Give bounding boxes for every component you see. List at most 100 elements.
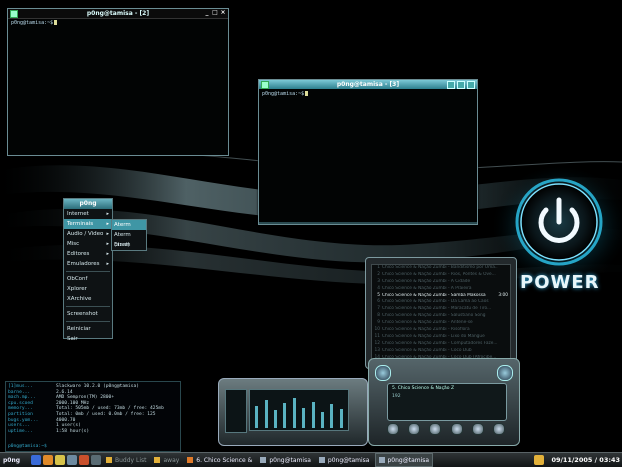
terminal-prompt: p0ng@tamisa:~$ [262, 91, 305, 97]
audacious-playlist-window[interactable]: 1 Chico Science & Nação Zumbi - Banditism… [365, 257, 517, 369]
eq-band-slider[interactable] [264, 400, 268, 428]
playlist-row[interactable]: 8 Chico Science & Nação Zumbi - Salustian… [372, 313, 510, 320]
browser-launcher-icon[interactable] [31, 455, 41, 465]
task-terminal-2[interactable]: p0ng@tamisa [316, 454, 373, 466]
eq-band-slider[interactable] [273, 410, 277, 428]
eq-band-slider[interactable] [320, 412, 324, 428]
track-duration [498, 348, 510, 355]
menu-title: p0ng [64, 199, 112, 209]
clock[interactable]: 09/11/2005 / 03:43 [551, 453, 620, 467]
menu-item-sair[interactable]: Sair [64, 334, 112, 344]
menu-item-screenshot[interactable]: Screenshot [64, 309, 112, 319]
close-button[interactable]: × [220, 10, 226, 16]
terminal-launcher-icon[interactable] [91, 455, 101, 465]
menu-separator [66, 321, 110, 322]
playlist-row[interactable]: 2 Chico Science & Nação Zumbi - Rios, Pon… [372, 272, 510, 279]
editor-launcher-icon[interactable] [67, 455, 77, 465]
pause-button[interactable] [429, 423, 442, 435]
sysinfo-terminal[interactable]: [1]mus... barne... mach.mp... cpu.scoed … [5, 381, 181, 452]
playlist-row[interactable]: 10 Chico Science & Nação Zumbi - Risoflor… [372, 327, 510, 334]
submenu-item-eterm[interactable]: Eterm [112, 240, 146, 250]
menu-item-editores[interactable]: Editores ▸ [64, 249, 112, 259]
submenu-item-aterm-ansi[interactable]: Aterm (ansi) [112, 230, 146, 248]
previous-button[interactable] [387, 423, 399, 435]
terminal-titlebar[interactable]: p0ng@tamisa - [2] _ □ × [8, 9, 228, 19]
playlist-row[interactable]: 13 Chico Science & Nação Zumbi - Coco Dub [372, 348, 510, 355]
track-title: Chico Science & Nação Zumbi - Lixo do Ma… [382, 333, 485, 339]
terminal-window-3[interactable]: p0ng@tamisa - [3] p0ng@tamisa:~$ [258, 79, 478, 225]
track-duration [498, 299, 510, 306]
eq-band-slider[interactable] [302, 408, 306, 428]
task-audacious[interactable]: 6. Chico Science & [184, 454, 255, 466]
eq-band-slider[interactable] [339, 409, 343, 428]
terminal-window-2[interactable]: p0ng@tamisa - [2] _ □ × p0ng@tamisa:~$ [7, 8, 229, 156]
eject-button[interactable] [492, 423, 505, 435]
playlist-row[interactable]: 4 Chico Science & Nação Zumbi - A Praieir… [372, 286, 510, 293]
eq-band-slider[interactable] [255, 406, 259, 428]
playlist-row[interactable]: 1 Chico Science & Nação Zumbi - Banditism… [372, 265, 510, 272]
menu-item-xplorer[interactable]: Xplorer [64, 284, 112, 294]
menu-item-reiniciar[interactable]: Reiniciar [64, 324, 112, 334]
task-terminal-3[interactable]: p0ng@tamisa [374, 453, 434, 467]
terminal-content[interactable]: p0ng@tamisa:~$ [10, 19, 226, 152]
terminal-prompt: p0ng@tamisa:~$ [11, 20, 54, 26]
maximize-button[interactable]: □ [212, 10, 218, 16]
eq-band-slider[interactable] [311, 402, 315, 428]
maximize-button[interactable] [457, 81, 465, 89]
terminal-titlebar[interactable]: p0ng@tamisa - [3] [259, 80, 477, 89]
task-terminal-1[interactable]: p0ng@tamisa [257, 454, 314, 466]
text-cursor [305, 91, 309, 96]
equalizer-bands [249, 389, 349, 431]
eq-band-slider[interactable] [283, 403, 287, 428]
eq-band-slider[interactable] [292, 398, 296, 428]
playlist-row[interactable]: 9 Chico Science & Nação Zumbi - Antene-se [372, 320, 510, 327]
menu-item-emuladores[interactable]: Emuladores ▸ [64, 259, 112, 269]
play-button[interactable] [408, 423, 421, 435]
start-button[interactable]: p0ng [0, 457, 31, 464]
task-away[interactable]: away [151, 454, 182, 466]
preamp-slider[interactable] [225, 389, 247, 433]
playlist-row[interactable]: 5 Chico Science & Nação Zumbi - Samba Mak… [372, 293, 510, 300]
close-button[interactable] [467, 81, 475, 89]
playlist-list[interactable]: 1 Chico Science & Nação Zumbi - Banditism… [371, 264, 511, 364]
terminal-icon [10, 10, 18, 18]
submenu-arrow-icon: ▸ [106, 211, 109, 217]
firefox-launcher-icon[interactable] [43, 455, 53, 465]
volume-knob[interactable] [375, 365, 391, 381]
track-duration [498, 286, 510, 293]
menu-item-xarchive[interactable]: XArchive [64, 294, 112, 304]
terminais-submenu: Aterm Aterm (ansi) Eterm [111, 219, 147, 251]
minimize-button[interactable] [447, 81, 455, 89]
playlist-row[interactable]: 11 Chico Science & Nação Zumbi - Lixo do … [372, 334, 510, 341]
media-launcher-icon[interactable] [79, 455, 89, 465]
menu-item-internet[interactable]: Internet ▸ [64, 209, 112, 219]
audacious-player-window[interactable]: 5. Chico Science & Nação Z 192 [368, 358, 520, 446]
balance-knob[interactable] [497, 365, 513, 381]
track-title: Chico Science & Nação Zumbi - A Praieira [382, 285, 472, 291]
menu-item-obconf[interactable]: ObConf [64, 274, 112, 284]
track-title: Chico Science & Nação Zumbi - Salustiano… [382, 313, 486, 319]
equalizer-window[interactable] [218, 378, 368, 446]
terminal-resize-bar[interactable] [259, 222, 477, 224]
menu-item-terminais[interactable]: Terminais ▸ [64, 219, 112, 229]
gaim-launcher-icon[interactable] [55, 455, 65, 465]
sysinfo-value: 1:58 hour(s) [56, 428, 90, 434]
next-button[interactable] [471, 423, 484, 435]
minimize-button[interactable]: _ [204, 10, 210, 16]
eq-band-slider[interactable] [330, 404, 334, 428]
menu-item-misc[interactable]: Misc ▸ [64, 239, 112, 249]
playlist-row[interactable]: 12 Chico Science & Nação Zumbi - Computad… [372, 341, 510, 348]
sysinfo-values: Slackware 10.2.0 (p0ng@tamisa) 2.6.14 AM… [56, 384, 164, 434]
submenu-item-aterm[interactable]: Aterm [112, 220, 146, 230]
playlist-row[interactable]: 7 Chico Science & Nação Zumbi - Maracatu … [372, 306, 510, 313]
stop-button[interactable] [450, 423, 463, 435]
menu-item-audio-video[interactable]: Audio / Video ▸ [64, 229, 112, 239]
menu-separator [66, 306, 110, 307]
playlist-row[interactable]: 6 Chico Science & Nação Zumbi - Da Lama a… [372, 299, 510, 306]
gaim-tray-icon[interactable] [534, 455, 544, 465]
task-buddy-list[interactable]: Buddy List [103, 454, 149, 466]
terminal-title: p0ng@tamisa - [2] [86, 10, 150, 17]
terminal-content[interactable]: p0ng@tamisa:~$ [261, 90, 475, 221]
playlist-row[interactable]: 3 Chico Science & Nação Zumbi - A Cidade [372, 279, 510, 286]
track-duration [498, 279, 510, 286]
